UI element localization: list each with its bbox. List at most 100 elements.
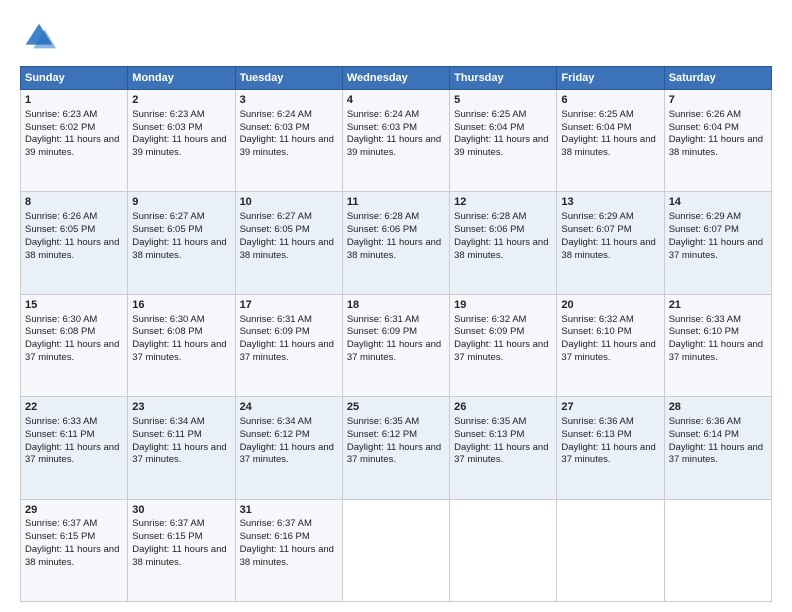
- sunrise: Sunrise: 6:32 AM: [454, 314, 526, 325]
- calendar-day-cell: 3Sunrise: 6:24 AMSunset: 6:03 PMDaylight…: [235, 90, 342, 192]
- daylight: Daylight: 11 hours and 37 minutes.: [347, 339, 441, 363]
- daylight: Daylight: 11 hours and 38 minutes.: [25, 237, 119, 261]
- day-number: 12: [454, 195, 552, 210]
- sunset: Sunset: 6:08 PM: [25, 326, 95, 337]
- sunrise: Sunrise: 6:26 AM: [25, 211, 97, 222]
- sunset: Sunset: 6:02 PM: [25, 122, 95, 133]
- day-number: 20: [561, 298, 659, 313]
- calendar-week-row: 22Sunrise: 6:33 AMSunset: 6:11 PMDayligh…: [21, 397, 772, 499]
- daylight: Daylight: 11 hours and 39 minutes.: [132, 134, 226, 158]
- sunset: Sunset: 6:06 PM: [347, 224, 417, 235]
- day-number: 11: [347, 195, 445, 210]
- sunset: Sunset: 6:14 PM: [669, 429, 739, 440]
- daylight: Daylight: 11 hours and 39 minutes.: [347, 134, 441, 158]
- calendar-day-cell: 13Sunrise: 6:29 AMSunset: 6:07 PMDayligh…: [557, 192, 664, 294]
- calendar-day-cell: 9Sunrise: 6:27 AMSunset: 6:05 PMDaylight…: [128, 192, 235, 294]
- sunset: Sunset: 6:16 PM: [240, 531, 310, 542]
- day-number: 21: [669, 298, 767, 313]
- day-number: 15: [25, 298, 123, 313]
- sunset: Sunset: 6:13 PM: [454, 429, 524, 440]
- day-number: 7: [669, 93, 767, 108]
- sunset: Sunset: 6:09 PM: [240, 326, 310, 337]
- sunset: Sunset: 6:12 PM: [347, 429, 417, 440]
- sunrise: Sunrise: 6:23 AM: [132, 109, 204, 120]
- day-number: 24: [240, 400, 338, 415]
- sunrise: Sunrise: 6:24 AM: [347, 109, 419, 120]
- calendar-day-cell: 31Sunrise: 6:37 AMSunset: 6:16 PMDayligh…: [235, 499, 342, 601]
- day-of-week-header: Monday: [128, 67, 235, 90]
- sunrise: Sunrise: 6:32 AM: [561, 314, 633, 325]
- calendar-day-cell: 22Sunrise: 6:33 AMSunset: 6:11 PMDayligh…: [21, 397, 128, 499]
- sunrise: Sunrise: 6:33 AM: [669, 314, 741, 325]
- calendar-day-cell: 19Sunrise: 6:32 AMSunset: 6:09 PMDayligh…: [450, 294, 557, 396]
- day-of-week-header: Sunday: [21, 67, 128, 90]
- calendar-day-cell: 10Sunrise: 6:27 AMSunset: 6:05 PMDayligh…: [235, 192, 342, 294]
- calendar-week-row: 8Sunrise: 6:26 AM Sunset: 6:05 PM Daylight…: [21, 192, 772, 294]
- day-number: 17: [240, 298, 338, 313]
- day-number: 6: [561, 93, 659, 108]
- day-number: 23: [132, 400, 230, 415]
- calendar-day-cell: 24Sunrise: 6:34 AMSunset: 6:12 PMDayligh…: [235, 397, 342, 499]
- day-number: 8: [25, 195, 123, 210]
- calendar-day-cell: 12Sunrise: 6:28 AMSunset: 6:06 PMDayligh…: [450, 192, 557, 294]
- sunrise: Sunrise: 6:31 AM: [347, 314, 419, 325]
- calendar-body: 1Sunrise: 6:23 AMSunset: 6:02 PMDaylight…: [21, 90, 772, 602]
- sunset: Sunset: 6:03 PM: [132, 122, 202, 133]
- day-number: 26: [454, 400, 552, 415]
- sunset: Sunset: 6:04 PM: [669, 122, 739, 133]
- daylight: Daylight: 11 hours and 39 minutes.: [240, 134, 334, 158]
- sunrise: Sunrise: 6:33 AM: [25, 416, 97, 427]
- sunset: Sunset: 6:15 PM: [25, 531, 95, 542]
- day-number: 3: [240, 93, 338, 108]
- calendar-day-cell: 8Sunrise: 6:26 AMSunset: 6:05 PMDaylight…: [21, 192, 128, 294]
- logo-icon: [20, 18, 58, 56]
- calendar-week-row: 15Sunrise: 6:30 AMSunset: 6:08 PMDayligh…: [21, 294, 772, 396]
- sunset: Sunset: 6:05 PM: [240, 224, 310, 235]
- sunrise: Sunrise: 6:30 AM: [132, 314, 204, 325]
- day-number: 10: [240, 195, 338, 210]
- calendar-day-cell: [664, 499, 771, 601]
- calendar-day-cell: 14Sunrise: 6:29 AMSunset: 6:07 PMDayligh…: [664, 192, 771, 294]
- sunrise: Sunrise: 6:34 AM: [240, 416, 312, 427]
- day-number: 18: [347, 298, 445, 313]
- daylight: Daylight: 11 hours and 38 minutes.: [240, 544, 334, 568]
- sunrise: Sunrise: 6:25 AM: [561, 109, 633, 120]
- calendar-day-cell: 18Sunrise: 6:31 AMSunset: 6:09 PMDayligh…: [342, 294, 449, 396]
- calendar-day-cell: 23Sunrise: 6:34 AMSunset: 6:11 PMDayligh…: [128, 397, 235, 499]
- sunset: Sunset: 6:05 PM: [132, 224, 202, 235]
- daylight: Daylight: 11 hours and 38 minutes.: [561, 134, 655, 158]
- sunset: Sunset: 6:15 PM: [132, 531, 202, 542]
- sunset: Sunset: 6:06 PM: [454, 224, 524, 235]
- day-of-week-header: Wednesday: [342, 67, 449, 90]
- sunset: Sunset: 6:04 PM: [561, 122, 631, 133]
- day-number: 13: [561, 195, 659, 210]
- sunrise: Sunrise: 6:29 AM: [669, 211, 741, 222]
- day-number: 31: [240, 503, 338, 518]
- day-of-week-header: Thursday: [450, 67, 557, 90]
- calendar-day-cell: [342, 499, 449, 601]
- daylight: Daylight: 11 hours and 37 minutes.: [25, 339, 119, 363]
- header: [20, 18, 772, 56]
- calendar-day-cell: 4Sunrise: 6:24 AMSunset: 6:03 PMDaylight…: [342, 90, 449, 192]
- calendar-week-row: 29Sunrise: 6:37 AMSunset: 6:15 PMDayligh…: [21, 499, 772, 601]
- days-of-week-row: SundayMondayTuesdayWednesdayThursdayFrid…: [21, 67, 772, 90]
- daylight: Daylight: 11 hours and 39 minutes.: [25, 134, 119, 158]
- daylight: Daylight: 11 hours and 37 minutes.: [669, 339, 763, 363]
- sunrise: Sunrise: 6:35 AM: [347, 416, 419, 427]
- calendar-day-cell: [557, 499, 664, 601]
- logo: [20, 18, 60, 56]
- daylight: Daylight: 11 hours and 38 minutes.: [347, 237, 441, 261]
- sunset: Sunset: 6:12 PM: [240, 429, 310, 440]
- daylight: Daylight: 11 hours and 37 minutes.: [132, 442, 226, 466]
- day-number: 19: [454, 298, 552, 313]
- day-number: 16: [132, 298, 230, 313]
- sunset: Sunset: 6:09 PM: [454, 326, 524, 337]
- sunrise: Sunrise: 6:37 AM: [25, 518, 97, 529]
- sunset: Sunset: 6:08 PM: [132, 326, 202, 337]
- sunrise: Sunrise: 6:28 AM: [454, 211, 526, 222]
- daylight: Daylight: 11 hours and 37 minutes.: [561, 442, 655, 466]
- sunrise: Sunrise: 6:36 AM: [669, 416, 741, 427]
- calendar-day-cell: 30Sunrise: 6:37 AMSunset: 6:15 PMDayligh…: [128, 499, 235, 601]
- daylight: Daylight: 11 hours and 38 minutes.: [132, 544, 226, 568]
- calendar-day-cell: 29Sunrise: 6:37 AMSunset: 6:15 PMDayligh…: [21, 499, 128, 601]
